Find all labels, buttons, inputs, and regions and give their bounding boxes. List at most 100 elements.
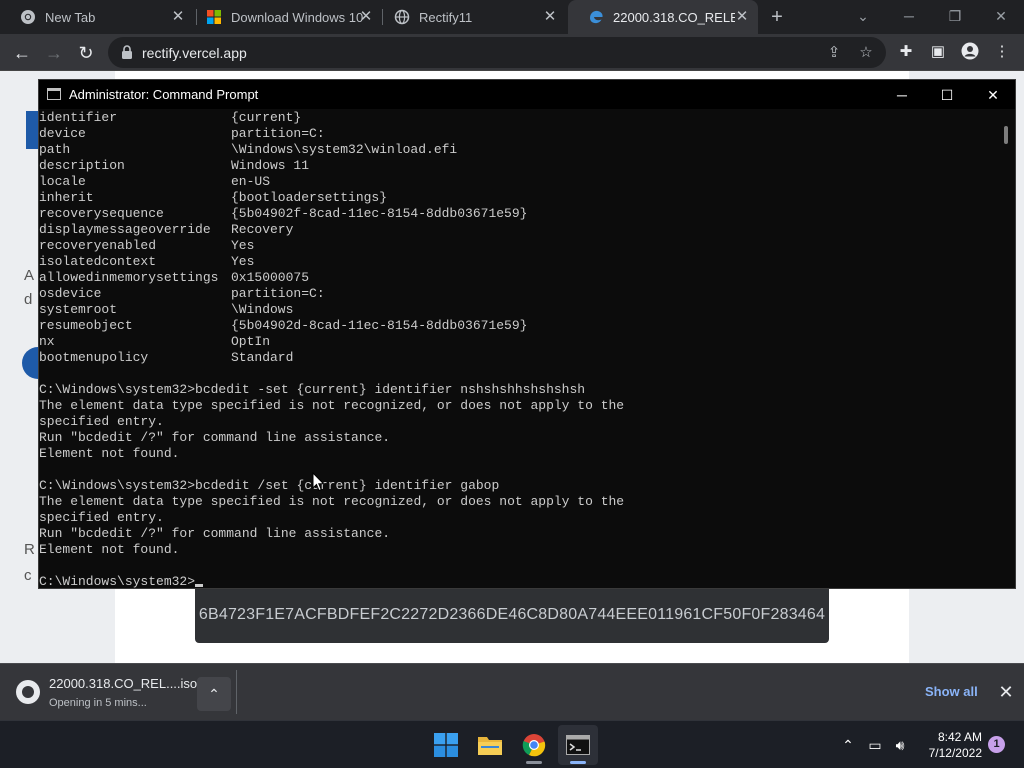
address-bar[interactable]: rectify.vercel.app ⇪ ☆ (108, 37, 886, 68)
system-clock[interactable]: 8:42 AM 7/12/2022 (918, 729, 982, 761)
chrome-icon[interactable] (514, 725, 554, 765)
bcd-property-row: osdevice partition=C: (39, 286, 999, 302)
disc-image-icon[interactable] (16, 680, 40, 704)
forward-icon[interactable]: → (41, 40, 67, 66)
show-all-button[interactable]: Show all (925, 684, 978, 699)
property-value: partition=C: (231, 126, 325, 141)
tab-22000-release[interactable]: 22000.318.CO_RELEASE ✕ (568, 0, 758, 34)
terminal-icon[interactable] (558, 725, 598, 765)
output-line: specified entry. (39, 510, 164, 525)
output-line: The element data type specified is not r… (39, 398, 625, 413)
output-line: specified entry. (39, 414, 164, 429)
text-cursor (195, 584, 204, 587)
close-window-icon[interactable]: ✕ (990, 5, 1012, 27)
tab-strip: New Tab ✕ Download Windows 10 ✕ Rectify1… (0, 0, 1024, 34)
scrollbar-thumb[interactable] (1004, 126, 1008, 144)
page-text-fragment: A (24, 267, 35, 284)
side-panel-icon[interactable]: ▣ (928, 42, 948, 62)
property-value: \Windows (231, 302, 294, 317)
page-text-fragment: c (24, 567, 32, 584)
output-line: Element not found. (39, 542, 180, 557)
property-key: resumeobject (39, 318, 133, 333)
tab-title: New Tab (45, 9, 96, 25)
bcd-property-row: recoverysequence {5b04902f-8cad-11ec-8154… (39, 206, 999, 222)
cmd-title-bar[interactable]: Administrator: Command Prompt ─ ☐ ✕ (39, 80, 1015, 109)
globe-icon (394, 9, 410, 25)
property-value: {bootloadersettings} (231, 190, 388, 205)
browser-toolbar: ← → ↻ rectify.vercel.app ⇪ ☆ ✚ ▣ ⋮ (0, 34, 1024, 71)
sha256-hash[interactable]: 6B4723F1E7ACFBDFEF2C2272D2366DE46C8D80A7… (195, 606, 829, 624)
download-file-name[interactable]: 22000.318.CO_REL....iso (49, 676, 197, 691)
bcd-property-row: bootmenupolicy Standard (39, 350, 999, 366)
new-tab-button[interactable]: + (766, 7, 788, 29)
bcd-property-row: inherit {bootloadersettings} (39, 190, 999, 206)
prompt-text: C:\Windows\system32> (39, 574, 196, 589)
active-indicator (570, 761, 586, 764)
bcd-property-row: allowedinmemorysettings 0x15000075 (39, 270, 999, 286)
back-icon[interactable]: ← (9, 40, 35, 66)
mouse-pointer-icon (312, 472, 325, 492)
output-line: Run "bcdedit /?" for command line assist… (39, 526, 391, 541)
property-key: locale (39, 174, 86, 189)
menu-icon[interactable]: ⋮ (992, 42, 1012, 62)
property-value: partition=C: (231, 286, 325, 301)
tab-title: Rectify11 (419, 9, 473, 25)
page-text-fragment: d (24, 291, 33, 308)
cmd-minimize-icon[interactable]: ─ (891, 84, 913, 106)
bcd-property-row: identifier {current} (39, 110, 999, 126)
reload-icon[interactable]: ↻ (73, 40, 99, 66)
download-divider (236, 670, 237, 714)
tab-new-tab[interactable]: New Tab ✕ (0, 0, 196, 34)
restore-icon[interactable]: ❐ (944, 5, 966, 27)
extensions-icon[interactable]: ✚ (896, 42, 916, 62)
property-key: inherit (39, 190, 94, 205)
bookmark-star-icon[interactable]: ☆ (856, 43, 876, 63)
start-icon[interactable] (426, 725, 466, 765)
notification-badge[interactable]: 1 (988, 736, 1005, 753)
console-output[interactable]: identifier {current} device partition=C: pat… (39, 110, 999, 590)
cmd-scrollbar[interactable] (999, 110, 1015, 588)
command-prompt-window[interactable]: Administrator: Command Prompt ─ ☐ ✕ iden… (38, 79, 1016, 589)
property-key: bootmenupolicy (39, 350, 149, 365)
tab-title: Download Windows 10 (231, 9, 364, 25)
close-tab-icon[interactable]: ✕ (734, 9, 750, 25)
close-download-bar-icon[interactable]: ✕ (996, 682, 1016, 702)
tab-search-icon[interactable]: ⌄ (852, 5, 874, 27)
minimize-icon[interactable]: ─ (898, 5, 920, 27)
tab-download-windows[interactable]: Download Windows 10 ✕ (186, 0, 382, 34)
close-tab-icon[interactable]: ✕ (170, 9, 186, 25)
property-key: identifier (39, 110, 118, 125)
command-input-line[interactable]: C:\Windows\system32> (39, 574, 999, 590)
share-icon[interactable]: ⇪ (824, 43, 844, 63)
bcd-property-row: locale en-US (39, 174, 999, 190)
network-icon[interactable]: ▭ (865, 735, 885, 755)
tab-rectify11[interactable]: Rectify11 ✕ (374, 0, 570, 34)
bcd-property-row: recoveryenabled Yes (39, 238, 999, 254)
command-line: C:\Windows\system32>bcdedit -set {curren… (39, 382, 586, 397)
cmd-maximize-icon[interactable]: ☐ (936, 84, 958, 106)
clock-date: 7/12/2022 (928, 746, 982, 760)
download-status: Opening in 5 mins... (49, 697, 147, 709)
output-line: The element data type specified is not r… (39, 494, 625, 509)
property-value: Windows 11 (231, 158, 310, 173)
profile-icon[interactable] (960, 42, 980, 62)
close-tab-icon[interactable]: ✕ (358, 9, 374, 25)
command-block: C:\Windows\system32>bcdedit -set {curren… (39, 382, 999, 462)
cmd-title: Administrator: Command Prompt (69, 87, 259, 102)
bcd-property-row: description Windows 11 (39, 158, 999, 174)
show-hidden-icons-icon[interactable]: ⌃ (838, 735, 858, 755)
lock-icon (121, 45, 133, 59)
command-line: C:\Windows\system32>bcdedit /set {curren… (39, 478, 500, 493)
tab-title: 22000.318.CO_RELEASE (613, 9, 735, 25)
property-value: {5b04902d-8cad-11ec-8154-8ddb03671e59} (231, 318, 528, 333)
volume-icon[interactable]: 🔊︎ (890, 735, 910, 755)
property-key: recoverysequence (39, 206, 164, 221)
download-options-button[interactable]: ⌃ (197, 677, 231, 711)
chrome-icon (20, 9, 36, 25)
file-explorer-icon[interactable] (470, 725, 510, 765)
cmd-close-icon[interactable]: ✕ (982, 84, 1004, 106)
bcd-property-row: path \Windows\system32\winload.efi (39, 142, 999, 158)
property-key: path (39, 142, 71, 157)
property-key: nx (39, 334, 55, 349)
close-tab-icon[interactable]: ✕ (542, 9, 558, 25)
